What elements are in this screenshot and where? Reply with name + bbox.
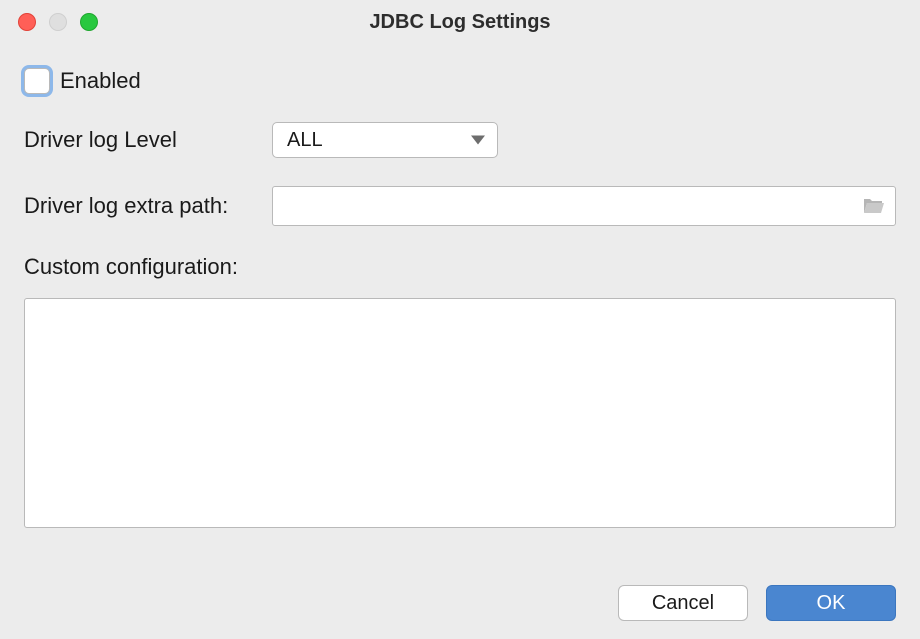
enabled-label: Enabled	[60, 68, 141, 94]
ok-button-label: OK	[817, 592, 846, 615]
cancel-button[interactable]: Cancel	[618, 585, 748, 621]
cancel-button-label: Cancel	[652, 592, 714, 615]
enabled-row: Enabled	[24, 68, 896, 94]
extra-path-label: Driver log extra path:	[24, 193, 272, 219]
titlebar: JDBC Log Settings	[0, 0, 920, 44]
dialog-content: Enabled Driver log Level ALL Driver log …	[0, 44, 920, 533]
window-controls	[0, 13, 98, 31]
enabled-checkbox[interactable]	[24, 68, 50, 94]
chevron-down-icon	[471, 136, 485, 145]
extra-path-row: Driver log extra path:	[24, 186, 896, 226]
zoom-icon[interactable]	[80, 13, 98, 31]
extra-path-field-wrap	[272, 186, 896, 226]
close-icon[interactable]	[18, 13, 36, 31]
log-level-select[interactable]: ALL	[272, 122, 498, 158]
browse-button[interactable]	[853, 187, 895, 225]
log-level-row: Driver log Level ALL	[24, 122, 896, 158]
extra-path-input[interactable]	[273, 187, 853, 225]
minimize-icon[interactable]	[49, 13, 67, 31]
dialog-buttons: Cancel OK	[618, 585, 896, 621]
custom-config-label: Custom configuration:	[24, 254, 896, 280]
ok-button[interactable]: OK	[766, 585, 896, 621]
window-title: JDBC Log Settings	[0, 11, 920, 34]
custom-config-textarea[interactable]	[24, 298, 896, 528]
folder-icon	[862, 196, 886, 216]
log-level-label: Driver log Level	[24, 127, 272, 153]
dialog-window: JDBC Log Settings Enabled Driver log Lev…	[0, 0, 920, 639]
log-level-value: ALL	[287, 129, 323, 152]
